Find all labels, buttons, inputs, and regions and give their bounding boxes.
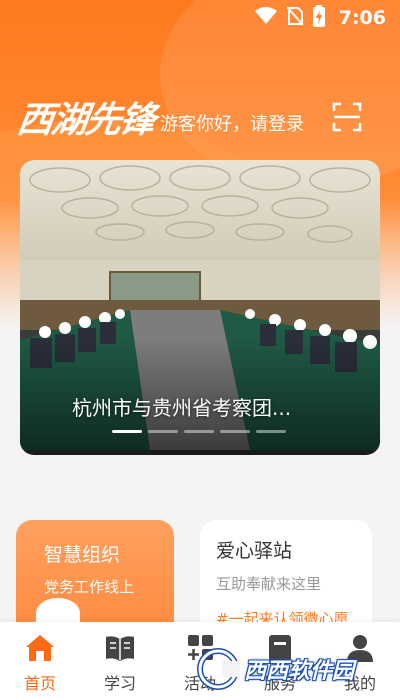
carousel-dot [256, 430, 286, 433]
card-subtitle: 互助奉献来这里 [216, 575, 322, 593]
carousel-dot [184, 430, 214, 433]
wifi-icon [254, 7, 277, 29]
nav-item-study[interactable]: 学习 [84, 632, 156, 700]
nav-item-home[interactable]: 首页 [4, 632, 76, 700]
news-banner-carousel[interactable]: 杭州市与贵州省考察团... [20, 160, 380, 455]
app-logo: 西湖先锋 [14, 99, 157, 141]
nav-item-activity[interactable]: 活动 [164, 632, 236, 700]
nav-label: 服务 [263, 674, 296, 693]
no-sim-icon [285, 6, 304, 30]
card-title: 爱心驿站 [216, 540, 293, 562]
status-time: 7:06 [338, 7, 386, 29]
carousel-dot [148, 430, 178, 433]
nav-label: 学习 [103, 674, 136, 693]
battery-charging-icon [312, 5, 325, 31]
carousel-indicator [112, 430, 286, 433]
bottom-nav: 首页 学习 活动 服务 我的 [0, 622, 400, 700]
header-row: 西湖先锋 游客你好，请登录 [15, 82, 388, 152]
nav-label: 首页 [23, 674, 56, 693]
card-title: 智慧组织 [44, 544, 121, 566]
service-icon [269, 635, 291, 661]
nav-item-mine[interactable]: 我的 [324, 632, 396, 700]
user-icon [347, 635, 373, 662]
nav-item-service[interactable]: 服务 [244, 632, 316, 700]
nav-label: 我的 [343, 674, 376, 693]
scan-icon[interactable] [332, 102, 362, 132]
grid-plus-icon [188, 635, 213, 660]
carousel-dot [220, 430, 250, 433]
home-icon [26, 635, 54, 661]
nav-label: 活动 [183, 674, 216, 693]
banner-caption: 杭州市与贵州省考察团... [72, 396, 292, 420]
status-bar: 7:06 [0, 0, 400, 36]
login-greeting[interactable]: 游客你好，请登录 [160, 110, 304, 136]
book-icon [106, 636, 134, 661]
carousel-dot [112, 430, 142, 433]
